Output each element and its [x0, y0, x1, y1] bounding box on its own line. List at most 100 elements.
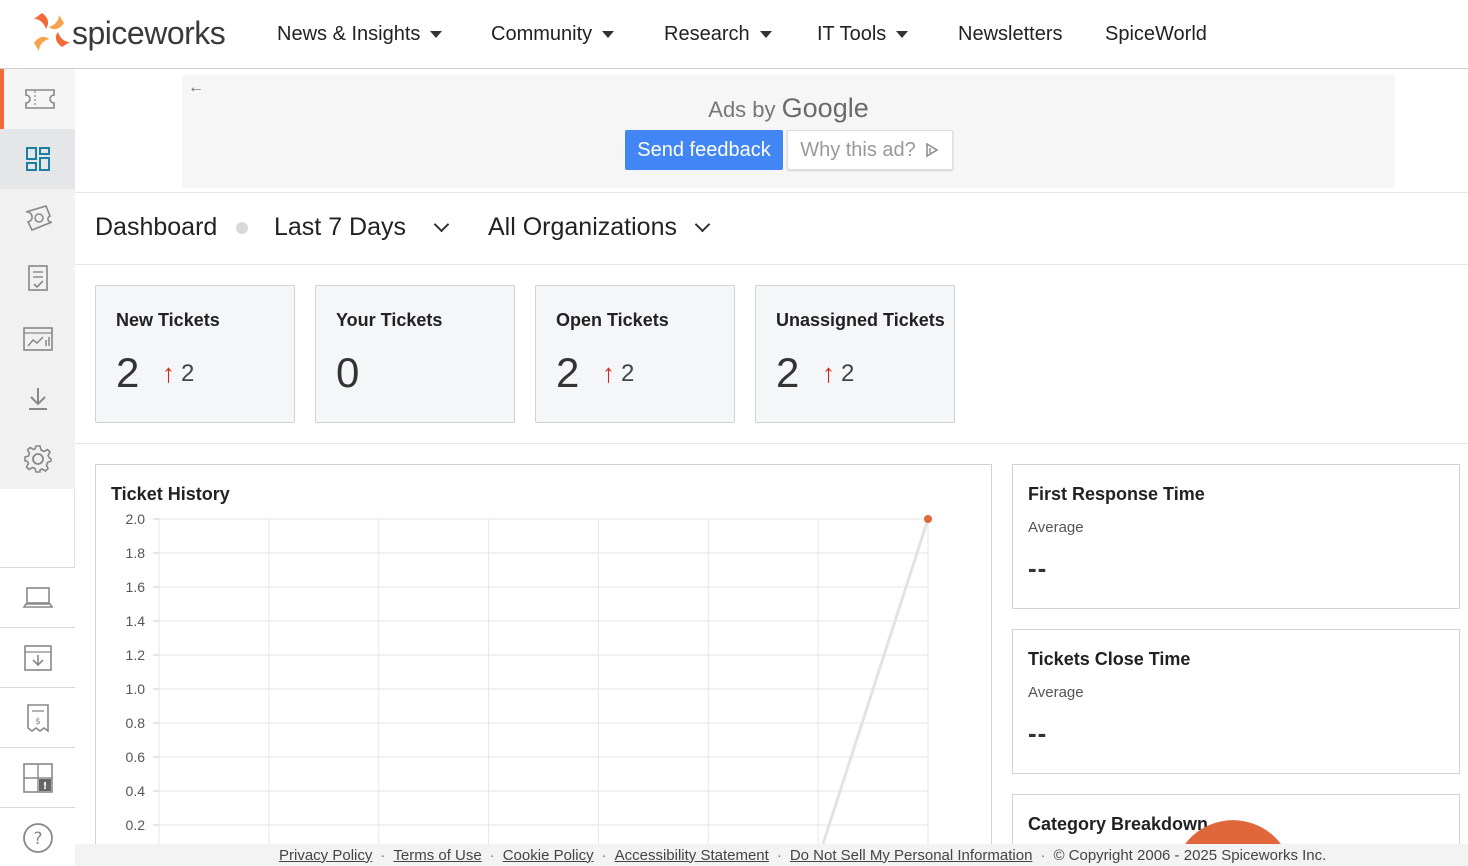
sidebar-item-dashboard[interactable] [0, 129, 75, 189]
tickets-settings-icon [25, 205, 52, 232]
divider [75, 264, 1468, 265]
nav-label: Newsletters [958, 23, 1063, 45]
y-tick-label: 1.8 [126, 545, 146, 561]
stat-delta: ↑ 2 [602, 358, 634, 389]
stat-value: 2 [776, 349, 800, 396]
laptop-icon [22, 586, 53, 608]
why-this-ad-button[interactable]: Why this ad? [787, 130, 953, 170]
nav-label: Community [491, 23, 593, 45]
y-tick-label: 1.0 [126, 681, 146, 697]
nav-it-tools[interactable]: IT Tools [817, 23, 958, 46]
stat-label: New Tickets [116, 310, 220, 330]
card-title: Tickets Close Time [1028, 649, 1191, 669]
do-not-sell-link[interactable]: Do Not Sell My Personal Information [790, 847, 1033, 864]
sidebar-item-reports[interactable] [0, 309, 75, 369]
nav-spiceworld[interactable]: SpiceWorld [1105, 23, 1207, 46]
footer-separator: · [601, 846, 607, 864]
download-icon [28, 388, 47, 410]
caret-down-icon [602, 31, 615, 38]
nav-community[interactable]: Community [491, 23, 664, 46]
stat-value: 2 [556, 349, 580, 396]
data-point[interactable] [924, 515, 932, 523]
sidebar-item-settings[interactable] [0, 429, 75, 489]
stat-card-new-tickets[interactable]: New Tickets 2 ↑ 2 [95, 285, 295, 423]
caret-down-icon [896, 31, 909, 38]
svg-text:!: ! [42, 781, 47, 792]
footer-separator: · [380, 846, 386, 864]
ads-by-google-label: Ads by Google [182, 93, 1395, 124]
gear-icon [23, 445, 52, 473]
period-dropdown[interactable]: Last 7 Days [274, 213, 450, 242]
chevron-down-icon [433, 216, 450, 232]
stat-card-open-tickets[interactable]: Open Tickets 2 ↑ 2 [535, 285, 735, 423]
brand-name: spiceworks [72, 14, 226, 51]
google-ad-panel: ← Ads by Google Send feedback Why this a… [182, 75, 1395, 188]
svg-text:?: ? [33, 829, 42, 849]
stat-delta: ↑ 2 [822, 358, 854, 389]
y-tick-label: 2.0 [126, 511, 146, 527]
invoice-icon: $ [26, 703, 49, 733]
nav-research[interactable]: Research [664, 23, 817, 46]
page-title: Dashboard [95, 213, 218, 241]
why-this-ad-label: Why this ad? [800, 138, 916, 161]
nav-label: IT Tools [817, 23, 887, 45]
sidebar-item-inventory-import[interactable] [0, 627, 75, 687]
divider [75, 192, 1468, 193]
spiceworks-logo[interactable]: spiceworks [28, 11, 226, 55]
sidebar-item-help[interactable]: ? [0, 807, 75, 866]
ticket-history-card: Ticket History 2.0 1.8 1.6 1.4 1.2 1.0 0.8 0.6 0… [95, 464, 992, 866]
sidebar-item-downloads[interactable] [0, 369, 75, 429]
sidebar-item-ticket-rules[interactable] [0, 189, 75, 249]
sidebar-item-alerts-grid[interactable]: ! [0, 747, 75, 807]
stat-card-unassigned-tickets[interactable]: Unassigned Tickets 2 ↑ 2 [755, 285, 955, 423]
stat-delta-value: 2 [181, 359, 195, 387]
period-label: Last 7 Days [274, 213, 407, 241]
spiceworks-logo-icon [34, 13, 70, 51]
stat-card-your-tickets[interactable]: Your Tickets 0 [315, 285, 515, 423]
y-tick-label: 0.2 [126, 817, 146, 833]
top-navigation: spiceworks News & Insights Community Res… [0, 0, 1468, 69]
google-wordmark: Google [781, 93, 869, 123]
stat-value: 2 [116, 349, 140, 396]
accessibility-statement-link[interactable]: Accessibility Statement [615, 847, 769, 864]
sidebar-item-tickets[interactable] [0, 69, 75, 129]
ticket-history-chart: 2.0 1.8 1.6 1.4 1.2 1.0 0.8 0.6 0.4 0.2 [126, 511, 932, 866]
y-tick-label: 1.2 [126, 647, 146, 663]
inbox-download-icon [23, 644, 52, 671]
ticket-icon [24, 89, 55, 109]
copyright-text: © Copyright 2006 - 2025 Spiceworks Inc. [1053, 846, 1327, 864]
sidebar-item-billing[interactable]: $ [0, 687, 75, 747]
terms-of-use-link[interactable]: Terms of Use [393, 847, 481, 864]
organization-label: All Organizations [488, 213, 677, 241]
stat-label: Unassigned Tickets [776, 310, 945, 330]
help-icon: ? [22, 822, 53, 853]
arrow-up-icon: ↑ [162, 358, 175, 388]
divider [75, 443, 1468, 444]
left-sidebar: $ ! ? [0, 69, 75, 866]
card-subtitle: Average [1028, 684, 1084, 701]
stat-label: Open Tickets [556, 310, 669, 330]
card-value: -- [1028, 553, 1048, 583]
y-tick-label: 0.8 [126, 715, 146, 731]
reports-icon [22, 327, 53, 351]
nav-news-insights[interactable]: News & Insights [277, 23, 491, 46]
sidebar-item-devices[interactable] [0, 567, 75, 627]
card-title: First Response Time [1028, 484, 1205, 504]
stat-label: Your Tickets [336, 310, 443, 330]
nav-label: News & Insights [277, 23, 421, 45]
ads-by-text: Ads by [708, 97, 776, 122]
stat-delta: ↑ 2 [162, 358, 194, 389]
arrow-up-icon: ↑ [602, 358, 615, 388]
sidebar-item-tasks[interactable] [0, 249, 75, 309]
y-tick-label: 0.4 [126, 783, 146, 799]
nav-newsletters[interactable]: Newsletters [958, 23, 1105, 46]
organization-dropdown[interactable]: All Organizations [488, 213, 711, 242]
caret-down-icon [430, 31, 443, 38]
nav-label: Research [664, 23, 750, 45]
cookie-policy-link[interactable]: Cookie Policy [503, 847, 594, 864]
send-feedback-button[interactable]: Send feedback [625, 130, 783, 170]
stat-delta-value: 2 [621, 359, 635, 387]
nav-label: SpiceWorld [1105, 23, 1207, 45]
privacy-policy-link[interactable]: Privacy Policy [279, 847, 372, 864]
stat-delta-value: 2 [841, 359, 855, 387]
